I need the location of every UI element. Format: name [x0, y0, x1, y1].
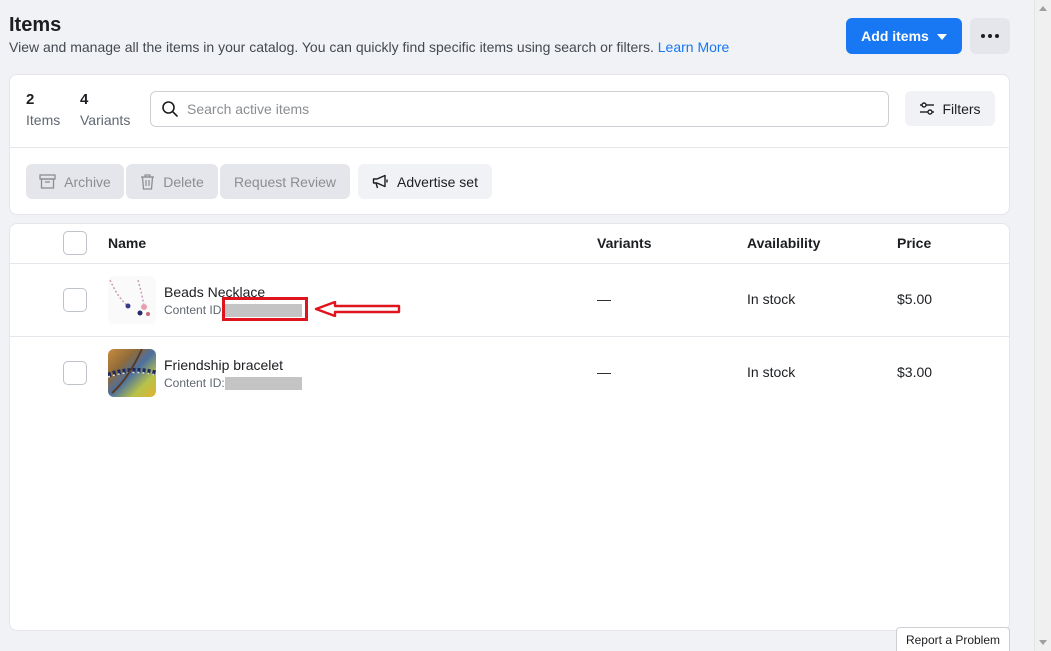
items-count: 2 — [26, 91, 35, 108]
row-checkbox[interactable] — [63, 288, 87, 312]
add-items-label: Add items — [861, 28, 929, 44]
product-thumbnail — [108, 276, 156, 324]
caret-down-icon — [936, 34, 947, 40]
column-header-variants[interactable]: Variants — [597, 235, 651, 251]
variants-label: Variants — [80, 112, 131, 128]
item-availability: In stock — [747, 364, 796, 380]
content-id-label: Content ID: — [164, 303, 225, 317]
archive-label: Archive — [64, 173, 111, 190]
item-price: $3.00 — [897, 364, 933, 380]
items-stat: 2 Items — [26, 91, 60, 128]
bracelet-image — [108, 349, 156, 394]
item-availability: In stock — [747, 291, 796, 307]
archive-button[interactable]: Archive — [26, 164, 124, 199]
archive-icon — [39, 174, 56, 189]
content-id: Content ID: — [164, 376, 302, 390]
necklace-image — [109, 279, 150, 316]
column-header-price[interactable]: Price — [897, 235, 931, 251]
search-icon — [162, 101, 178, 117]
divider — [10, 147, 1009, 148]
advertise-set-label: Advertise set — [397, 173, 478, 190]
description-text: View and manage all the items in your ca… — [9, 39, 654, 55]
variants-stat: 4 Variants — [80, 91, 130, 128]
items-table: Name Variants Availability Price Beads N… — [9, 223, 1010, 631]
item-variants: — — [597, 291, 611, 307]
advertise-set-button[interactable]: Advertise set — [358, 164, 492, 199]
row-checkbox[interactable] — [63, 361, 87, 385]
item-name[interactable]: Friendship bracelet — [164, 357, 283, 373]
vertical-scrollbar[interactable] — [1034, 0, 1051, 651]
more-horizontal-icon — [981, 34, 999, 38]
catalog-controls-card: 2 Items 4 Variants Filters — [9, 74, 1010, 215]
megaphone-icon — [372, 174, 388, 189]
catalog-items-page: Items View and manage all the items in y… — [0, 0, 1034, 651]
product-thumbnail — [108, 349, 156, 397]
request-review-button[interactable]: Request Review — [220, 164, 350, 199]
add-items-button[interactable]: Add items — [846, 18, 962, 54]
redacted-content-id — [224, 376, 302, 390]
learn-more-link[interactable]: Learn More — [658, 39, 730, 55]
request-review-label: Request Review — [234, 173, 336, 190]
select-all-checkbox[interactable] — [63, 231, 87, 255]
content-id-label: Content ID: — [164, 376, 225, 390]
sliders-icon — [920, 101, 935, 115]
search-box[interactable] — [150, 91, 889, 127]
page-description: View and manage all the items in your ca… — [9, 39, 729, 55]
search-input[interactable] — [187, 101, 867, 117]
column-header-name[interactable]: Name — [108, 235, 146, 251]
report-problem-button[interactable]: Report a Problem — [896, 627, 1010, 651]
filters-button[interactable]: Filters — [905, 91, 995, 126]
annotation-arrow-icon — [314, 301, 401, 317]
row-divider — [10, 336, 1009, 337]
filters-label: Filters — [942, 100, 981, 117]
variants-count: 4 — [80, 91, 89, 108]
annotation-highlight-box — [222, 297, 308, 321]
delete-button[interactable]: Delete — [126, 164, 218, 199]
scroll-up-icon[interactable] — [1039, 6, 1047, 11]
scroll-down-icon[interactable] — [1039, 640, 1047, 645]
page-title: Items — [9, 14, 62, 36]
item-price: $5.00 — [897, 291, 933, 307]
items-label: Items — [26, 112, 61, 128]
more-options-button[interactable] — [970, 18, 1010, 54]
header-divider — [10, 263, 1009, 264]
column-header-availability[interactable]: Availability — [747, 235, 820, 251]
item-variants: — — [597, 364, 611, 380]
trash-icon — [141, 173, 155, 190]
delete-label: Delete — [163, 173, 204, 190]
